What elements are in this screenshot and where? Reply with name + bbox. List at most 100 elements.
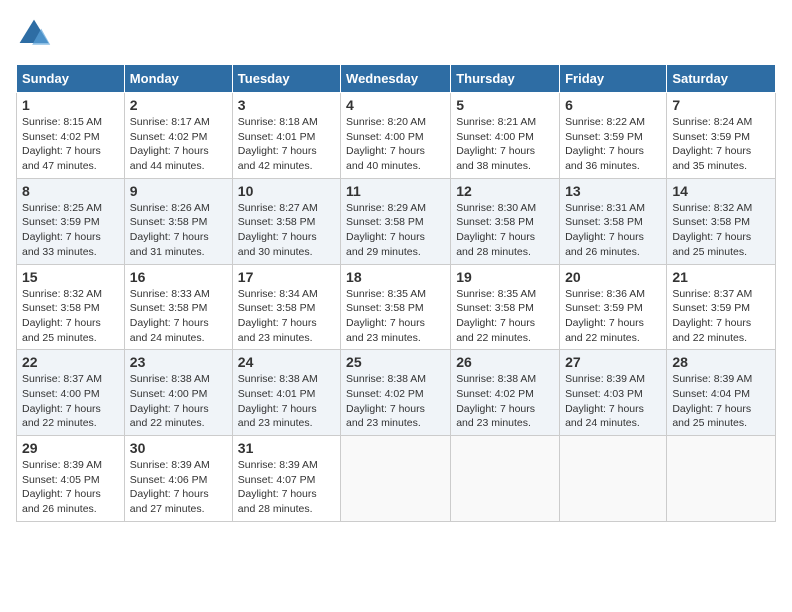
day-detail: Sunrise: 8:38 AM Sunset: 4:02 PM Dayligh… bbox=[346, 372, 445, 431]
day-header-tuesday: Tuesday bbox=[232, 65, 340, 93]
day-number: 15 bbox=[22, 269, 119, 285]
day-detail: Sunrise: 8:29 AM Sunset: 3:58 PM Dayligh… bbox=[346, 201, 445, 260]
calendar-cell: 19 Sunrise: 8:35 AM Sunset: 3:58 PM Dayl… bbox=[451, 264, 560, 350]
day-detail: Sunrise: 8:25 AM Sunset: 3:59 PM Dayligh… bbox=[22, 201, 119, 260]
day-detail: Sunrise: 8:39 AM Sunset: 4:03 PM Dayligh… bbox=[565, 372, 661, 431]
day-detail: Sunrise: 8:32 AM Sunset: 3:58 PM Dayligh… bbox=[22, 287, 119, 346]
day-header-wednesday: Wednesday bbox=[341, 65, 451, 93]
day-number: 21 bbox=[672, 269, 770, 285]
day-detail: Sunrise: 8:38 AM Sunset: 4:01 PM Dayligh… bbox=[238, 372, 335, 431]
day-number: 14 bbox=[672, 183, 770, 199]
day-detail: Sunrise: 8:38 AM Sunset: 4:00 PM Dayligh… bbox=[130, 372, 227, 431]
calendar-cell: 3 Sunrise: 8:18 AM Sunset: 4:01 PM Dayli… bbox=[232, 93, 340, 179]
day-detail: Sunrise: 8:30 AM Sunset: 3:58 PM Dayligh… bbox=[456, 201, 554, 260]
day-detail: Sunrise: 8:39 AM Sunset: 4:07 PM Dayligh… bbox=[238, 458, 335, 517]
day-detail: Sunrise: 8:38 AM Sunset: 4:02 PM Dayligh… bbox=[456, 372, 554, 431]
day-header-friday: Friday bbox=[560, 65, 667, 93]
calendar-cell: 21 Sunrise: 8:37 AM Sunset: 3:59 PM Dayl… bbox=[667, 264, 776, 350]
calendar-cell: 20 Sunrise: 8:36 AM Sunset: 3:59 PM Dayl… bbox=[560, 264, 667, 350]
day-header-saturday: Saturday bbox=[667, 65, 776, 93]
calendar-cell: 9 Sunrise: 8:26 AM Sunset: 3:58 PM Dayli… bbox=[124, 178, 232, 264]
calendar-cell: 11 Sunrise: 8:29 AM Sunset: 3:58 PM Dayl… bbox=[341, 178, 451, 264]
day-number: 25 bbox=[346, 354, 445, 370]
day-detail: Sunrise: 8:37 AM Sunset: 4:00 PM Dayligh… bbox=[22, 372, 119, 431]
calendar-cell bbox=[341, 436, 451, 522]
day-detail: Sunrise: 8:35 AM Sunset: 3:58 PM Dayligh… bbox=[456, 287, 554, 346]
calendar-cell: 29 Sunrise: 8:39 AM Sunset: 4:05 PM Dayl… bbox=[17, 436, 125, 522]
day-number: 30 bbox=[130, 440, 227, 456]
day-number: 16 bbox=[130, 269, 227, 285]
day-number: 27 bbox=[565, 354, 661, 370]
calendar-cell: 25 Sunrise: 8:38 AM Sunset: 4:02 PM Dayl… bbox=[341, 350, 451, 436]
calendar-cell: 10 Sunrise: 8:27 AM Sunset: 3:58 PM Dayl… bbox=[232, 178, 340, 264]
day-number: 1 bbox=[22, 97, 119, 113]
calendar-cell: 28 Sunrise: 8:39 AM Sunset: 4:04 PM Dayl… bbox=[667, 350, 776, 436]
day-detail: Sunrise: 8:37 AM Sunset: 3:59 PM Dayligh… bbox=[672, 287, 770, 346]
day-detail: Sunrise: 8:17 AM Sunset: 4:02 PM Dayligh… bbox=[130, 115, 227, 174]
day-detail: Sunrise: 8:32 AM Sunset: 3:58 PM Dayligh… bbox=[672, 201, 770, 260]
day-detail: Sunrise: 8:20 AM Sunset: 4:00 PM Dayligh… bbox=[346, 115, 445, 174]
day-number: 29 bbox=[22, 440, 119, 456]
day-detail: Sunrise: 8:26 AM Sunset: 3:58 PM Dayligh… bbox=[130, 201, 227, 260]
calendar-cell: 15 Sunrise: 8:32 AM Sunset: 3:58 PM Dayl… bbox=[17, 264, 125, 350]
day-number: 24 bbox=[238, 354, 335, 370]
day-number: 17 bbox=[238, 269, 335, 285]
calendar-cell: 13 Sunrise: 8:31 AM Sunset: 3:58 PM Dayl… bbox=[560, 178, 667, 264]
day-detail: Sunrise: 8:22 AM Sunset: 3:59 PM Dayligh… bbox=[565, 115, 661, 174]
day-detail: Sunrise: 8:21 AM Sunset: 4:00 PM Dayligh… bbox=[456, 115, 554, 174]
calendar-cell: 26 Sunrise: 8:38 AM Sunset: 4:02 PM Dayl… bbox=[451, 350, 560, 436]
day-number: 7 bbox=[672, 97, 770, 113]
day-detail: Sunrise: 8:39 AM Sunset: 4:06 PM Dayligh… bbox=[130, 458, 227, 517]
calendar-cell: 6 Sunrise: 8:22 AM Sunset: 3:59 PM Dayli… bbox=[560, 93, 667, 179]
day-number: 6 bbox=[565, 97, 661, 113]
day-detail: Sunrise: 8:36 AM Sunset: 3:59 PM Dayligh… bbox=[565, 287, 661, 346]
day-number: 5 bbox=[456, 97, 554, 113]
day-number: 19 bbox=[456, 269, 554, 285]
calendar-cell: 30 Sunrise: 8:39 AM Sunset: 4:06 PM Dayl… bbox=[124, 436, 232, 522]
calendar-cell: 18 Sunrise: 8:35 AM Sunset: 3:58 PM Dayl… bbox=[341, 264, 451, 350]
day-number: 23 bbox=[130, 354, 227, 370]
day-detail: Sunrise: 8:39 AM Sunset: 4:04 PM Dayligh… bbox=[672, 372, 770, 431]
day-detail: Sunrise: 8:18 AM Sunset: 4:01 PM Dayligh… bbox=[238, 115, 335, 174]
calendar-cell: 17 Sunrise: 8:34 AM Sunset: 3:58 PM Dayl… bbox=[232, 264, 340, 350]
day-detail: Sunrise: 8:33 AM Sunset: 3:58 PM Dayligh… bbox=[130, 287, 227, 346]
calendar-cell: 7 Sunrise: 8:24 AM Sunset: 3:59 PM Dayli… bbox=[667, 93, 776, 179]
day-header-sunday: Sunday bbox=[17, 65, 125, 93]
day-number: 2 bbox=[130, 97, 227, 113]
day-number: 26 bbox=[456, 354, 554, 370]
calendar-cell: 8 Sunrise: 8:25 AM Sunset: 3:59 PM Dayli… bbox=[17, 178, 125, 264]
logo bbox=[16, 16, 58, 52]
day-detail: Sunrise: 8:35 AM Sunset: 3:58 PM Dayligh… bbox=[346, 287, 445, 346]
day-number: 3 bbox=[238, 97, 335, 113]
day-number: 20 bbox=[565, 269, 661, 285]
calendar-cell: 12 Sunrise: 8:30 AM Sunset: 3:58 PM Dayl… bbox=[451, 178, 560, 264]
calendar-cell: 14 Sunrise: 8:32 AM Sunset: 3:58 PM Dayl… bbox=[667, 178, 776, 264]
day-detail: Sunrise: 8:27 AM Sunset: 3:58 PM Dayligh… bbox=[238, 201, 335, 260]
calendar-cell: 31 Sunrise: 8:39 AM Sunset: 4:07 PM Dayl… bbox=[232, 436, 340, 522]
calendar-cell bbox=[560, 436, 667, 522]
calendar-cell: 2 Sunrise: 8:17 AM Sunset: 4:02 PM Dayli… bbox=[124, 93, 232, 179]
day-number: 31 bbox=[238, 440, 335, 456]
calendar-week-row: 1 Sunrise: 8:15 AM Sunset: 4:02 PM Dayli… bbox=[17, 93, 776, 179]
page-header bbox=[16, 16, 776, 52]
calendar-week-row: 22 Sunrise: 8:37 AM Sunset: 4:00 PM Dayl… bbox=[17, 350, 776, 436]
day-number: 12 bbox=[456, 183, 554, 199]
day-number: 10 bbox=[238, 183, 335, 199]
calendar-table: SundayMondayTuesdayWednesdayThursdayFrid… bbox=[16, 64, 776, 522]
day-detail: Sunrise: 8:34 AM Sunset: 3:58 PM Dayligh… bbox=[238, 287, 335, 346]
calendar-cell bbox=[451, 436, 560, 522]
day-number: 22 bbox=[22, 354, 119, 370]
logo-icon bbox=[16, 16, 52, 52]
calendar-week-row: 8 Sunrise: 8:25 AM Sunset: 3:59 PM Dayli… bbox=[17, 178, 776, 264]
day-header-thursday: Thursday bbox=[451, 65, 560, 93]
day-detail: Sunrise: 8:24 AM Sunset: 3:59 PM Dayligh… bbox=[672, 115, 770, 174]
calendar-cell: 22 Sunrise: 8:37 AM Sunset: 4:00 PM Dayl… bbox=[17, 350, 125, 436]
calendar-cell: 23 Sunrise: 8:38 AM Sunset: 4:00 PM Dayl… bbox=[124, 350, 232, 436]
day-number: 11 bbox=[346, 183, 445, 199]
calendar-header-row: SundayMondayTuesdayWednesdayThursdayFrid… bbox=[17, 65, 776, 93]
day-number: 28 bbox=[672, 354, 770, 370]
day-detail: Sunrise: 8:39 AM Sunset: 4:05 PM Dayligh… bbox=[22, 458, 119, 517]
day-header-monday: Monday bbox=[124, 65, 232, 93]
day-number: 4 bbox=[346, 97, 445, 113]
calendar-cell bbox=[667, 436, 776, 522]
